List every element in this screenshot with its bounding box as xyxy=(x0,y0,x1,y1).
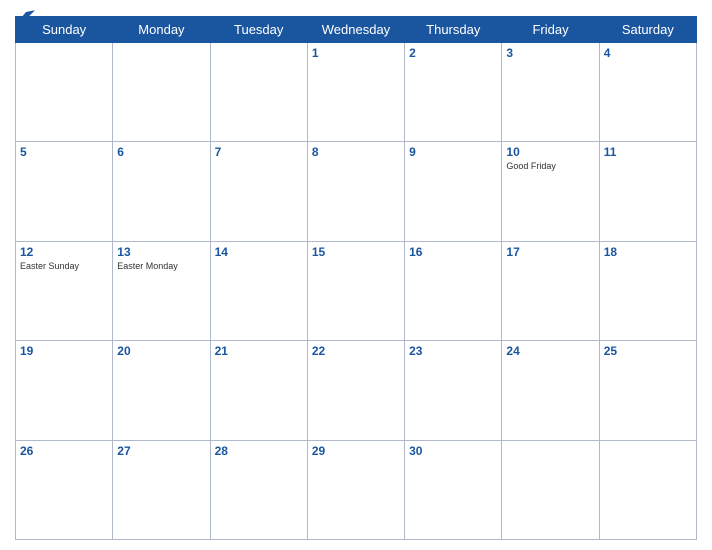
calendar-cell: 13 Easter Monday xyxy=(113,241,210,340)
calendar-cell: 5 xyxy=(16,142,113,241)
calendar-cell: 8 xyxy=(307,142,404,241)
calendar-week-row: 56789 10 Good Friday 11 xyxy=(16,142,697,241)
day-number: 22 xyxy=(312,344,400,358)
calendar-cell: 24 xyxy=(502,341,599,440)
day-number: 13 xyxy=(117,245,205,259)
day-number: 7 xyxy=(215,145,303,159)
day-number: 26 xyxy=(20,444,108,458)
calendar-cell: 28 xyxy=(210,440,307,539)
calendar-cell: 1 xyxy=(307,43,404,142)
calendar-cell: 3 xyxy=(502,43,599,142)
header-wednesday: Wednesday xyxy=(307,17,404,43)
calendar-week-row: 12 Easter Sunday 13 Easter Monday 14 15 16 17 18 xyxy=(16,241,697,340)
calendar-cell: 19 xyxy=(16,341,113,440)
calendar-cell: 10 Good Friday xyxy=(502,142,599,241)
day-number: 24 xyxy=(506,344,594,358)
calendar-cell xyxy=(113,43,210,142)
header-thursday: Thursday xyxy=(405,17,502,43)
calendar-cell: 15 xyxy=(307,241,404,340)
calendar-cell: 16 xyxy=(405,241,502,340)
day-number: 1 xyxy=(312,46,400,60)
logo-blue-row xyxy=(15,10,35,24)
header-saturday: Saturday xyxy=(599,17,696,43)
calendar-cell: 6 xyxy=(113,142,210,241)
calendar-page: Sunday Monday Tuesday Wednesday Thursday… xyxy=(0,0,712,550)
day-number: 8 xyxy=(312,145,400,159)
day-number: 17 xyxy=(506,245,594,259)
day-number: 4 xyxy=(604,46,692,60)
day-number: 9 xyxy=(409,145,497,159)
calendar-cell: 7 xyxy=(210,142,307,241)
holiday-name: Easter Monday xyxy=(117,261,205,271)
calendar-cell: 18 xyxy=(599,241,696,340)
day-number: 3 xyxy=(506,46,594,60)
header-monday: Monday xyxy=(113,17,210,43)
calendar-cell xyxy=(599,440,696,539)
calendar-cell: 30 xyxy=(405,440,502,539)
day-number: 10 xyxy=(506,145,594,159)
calendar-cell: 12 Easter Sunday xyxy=(16,241,113,340)
calendar-cell: 9 xyxy=(405,142,502,241)
calendar-cell: 2 xyxy=(405,43,502,142)
day-number: 16 xyxy=(409,245,497,259)
holiday-name: Easter Sunday xyxy=(20,261,108,271)
day-number: 20 xyxy=(117,344,205,358)
calendar-cell xyxy=(502,440,599,539)
day-number: 29 xyxy=(312,444,400,458)
calendar-cell: 22 xyxy=(307,341,404,440)
logo-bird-icon xyxy=(17,10,35,24)
day-number: 6 xyxy=(117,145,205,159)
day-number: 28 xyxy=(215,444,303,458)
calendar-cell: 23 xyxy=(405,341,502,440)
day-number: 27 xyxy=(117,444,205,458)
calendar-cell: 25 xyxy=(599,341,696,440)
header-tuesday: Tuesday xyxy=(210,17,307,43)
day-number: 14 xyxy=(215,245,303,259)
calendar-cell: 29 xyxy=(307,440,404,539)
day-number: 18 xyxy=(604,245,692,259)
day-number: 5 xyxy=(20,145,108,159)
calendar-cell: 26 xyxy=(16,440,113,539)
calendar-cell xyxy=(210,43,307,142)
calendar-cell xyxy=(16,43,113,142)
day-number: 21 xyxy=(215,344,303,358)
calendar-cell: 20 xyxy=(113,341,210,440)
calendar-table: Sunday Monday Tuesday Wednesday Thursday… xyxy=(15,16,697,540)
calendar-week-row: 1234 xyxy=(16,43,697,142)
calendar-cell: 14 xyxy=(210,241,307,340)
header-friday: Friday xyxy=(502,17,599,43)
calendar-week-row: 26 27 28 29 30 xyxy=(16,440,697,539)
day-number: 30 xyxy=(409,444,497,458)
day-number: 19 xyxy=(20,344,108,358)
calendar-cell: 21 xyxy=(210,341,307,440)
day-number: 12 xyxy=(20,245,108,259)
calendar-cell: 27 xyxy=(113,440,210,539)
logo xyxy=(15,10,35,24)
weekday-header-row: Sunday Monday Tuesday Wednesday Thursday… xyxy=(16,17,697,43)
calendar-cell: 11 xyxy=(599,142,696,241)
day-number: 11 xyxy=(604,145,692,159)
day-number: 2 xyxy=(409,46,497,60)
calendar-cell: 4 xyxy=(599,43,696,142)
calendar-cell: 17 xyxy=(502,241,599,340)
day-number: 23 xyxy=(409,344,497,358)
day-number: 25 xyxy=(604,344,692,358)
holiday-name: Good Friday xyxy=(506,161,594,171)
day-number: 15 xyxy=(312,245,400,259)
calendar-week-row: 19 20 21 22 23 24 25 xyxy=(16,341,697,440)
